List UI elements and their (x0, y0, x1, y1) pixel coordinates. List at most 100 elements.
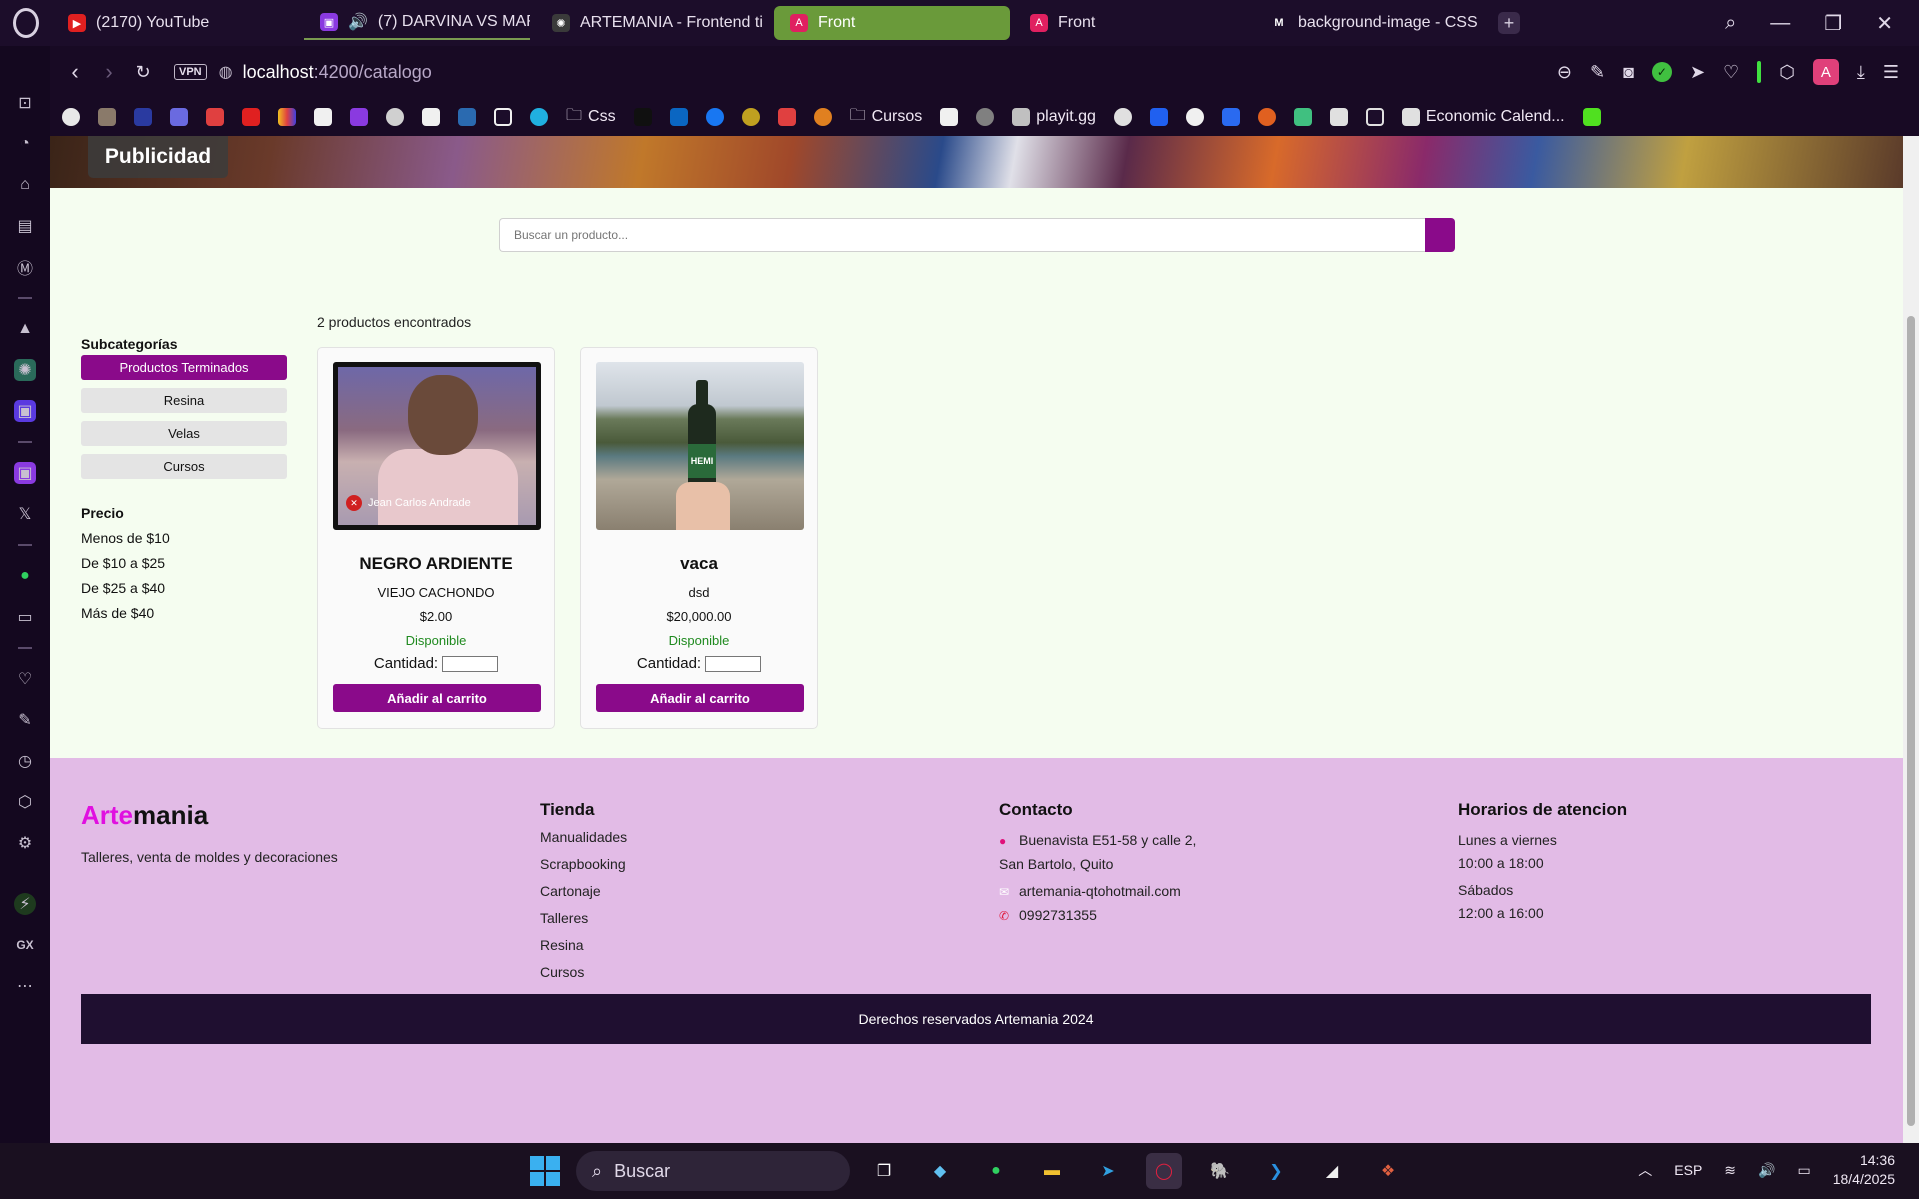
heart-icon[interactable]: ♡ (14, 668, 36, 690)
footer-link-manualidades[interactable]: Manualidades (540, 829, 627, 856)
messenger-icon[interactable]: ▣ (14, 400, 36, 422)
edit-icon[interactable]: ✎ (14, 709, 36, 731)
wallet-icon[interactable]: ▭ (14, 606, 36, 628)
telegram-icon[interactable]: ➤ (1090, 1153, 1126, 1189)
price-option-under-10[interactable]: Menos de $10 (81, 530, 287, 546)
copilot-icon[interactable]: ◆ (922, 1153, 958, 1189)
inkscape-icon[interactable]: ◢ (1314, 1153, 1350, 1189)
bookmark-tiktok[interactable] (633, 108, 652, 126)
tab-front-active[interactable]: A Front (774, 6, 1010, 40)
search-input[interactable] (499, 218, 1425, 252)
bookmark-investing[interactable]: Economic Calend... (1401, 108, 1565, 126)
history-icon[interactable]: ◷ (14, 750, 36, 772)
bookmark-ring[interactable] (813, 108, 832, 126)
bookmark-coin[interactable] (741, 108, 760, 126)
bookmark-bizagi[interactable] (170, 108, 188, 126)
site-info-icon[interactable]: ◍ (219, 62, 233, 82)
subcategory-productos-terminados[interactable]: Productos Terminados (81, 355, 287, 380)
scrollbar-thumb[interactable] (1907, 316, 1915, 1126)
clock[interactable]: 14:36 18/4/2025 (1833, 1151, 1895, 1189)
camera-icon[interactable]: ◙ (1623, 62, 1634, 83)
reload-button[interactable]: ↻ (126, 62, 160, 83)
bookmark-reel[interactable] (386, 108, 404, 126)
bookmark-canva[interactable] (530, 108, 548, 126)
bookmark-alien[interactable] (1113, 108, 1132, 126)
bookmark-folder-cursos[interactable]: 🗀 Cursos (850, 104, 923, 131)
task-view-icon[interactable]: ❐ (866, 1153, 902, 1189)
quantity-input[interactable] (705, 655, 762, 672)
footer-link-cartonaje[interactable]: Cartonaje (540, 883, 627, 910)
footer-link-resina[interactable]: Resina (540, 937, 627, 964)
tab-mdn[interactable]: M background-image - CSS (1254, 6, 1490, 40)
bookmark-doc[interactable] (314, 108, 332, 126)
bookmark-kick[interactable] (1582, 108, 1601, 126)
price-option-10-25[interactable]: De $10 a $25 (81, 555, 287, 571)
bookmark-powerapps[interactable] (134, 108, 152, 126)
adblock-shield-icon[interactable]: ✓ (1651, 62, 1672, 82)
add-to-cart-button[interactable]: Añadir al carrito (596, 684, 804, 712)
maximize-button[interactable]: ❐ (1824, 11, 1842, 36)
price-option-25-40[interactable]: De $25 a $40 (81, 580, 287, 596)
bookmark-twitch[interactable] (350, 108, 368, 126)
pen-icon[interactable]: ▲ (14, 318, 36, 340)
heart-icon[interactable]: ♡ (1723, 62, 1739, 83)
bookmark-stripes[interactable] (278, 108, 296, 126)
battery-icon[interactable]: ▭ (1797, 1162, 1810, 1179)
bookmark-gmail[interactable] (206, 108, 224, 126)
taskbar-search[interactable]: ⌕ Buscar (576, 1151, 850, 1191)
wifi-icon[interactable]: ≋ (1724, 1162, 1736, 1179)
footer-logo[interactable]: Artemania (81, 800, 338, 831)
bookmark-pen[interactable] (1365, 108, 1384, 126)
tab-twitch[interactable]: ▣ 🔊 (7) DARVINA VS MARL (304, 6, 530, 40)
subcategory-velas[interactable]: Velas (81, 421, 287, 446)
zoom-out-icon[interactable]: ⊖ (1557, 62, 1572, 83)
new-tab-button[interactable]: + (1498, 12, 1520, 34)
x-icon[interactable]: 𝕏 (14, 503, 36, 525)
bookmark-messenger[interactable] (1149, 108, 1168, 126)
footer-link-cursos[interactable]: Cursos (540, 964, 627, 991)
edit-icon[interactable]: ✎ (1590, 62, 1605, 83)
file-explorer-icon[interactable]: ▬ (1034, 1153, 1070, 1189)
tab-artemania-chatgpt[interactable]: ✺ ARTEMANIA - Frontend ti (536, 6, 768, 40)
crypto-icon[interactable]: ⌂ (14, 174, 36, 196)
opera-menu-icon[interactable] (0, 0, 52, 46)
bookmark-sun[interactable] (1257, 108, 1276, 126)
openai-icon[interactable]: ✺ (14, 359, 36, 381)
player-icon[interactable]: ▤ (14, 215, 36, 237)
price-option-over-40[interactable]: Más de $40 (81, 605, 287, 621)
spotify-icon[interactable]: ● (978, 1153, 1014, 1189)
url-field[interactable]: localhost:4200/catalogo (243, 62, 432, 83)
bookmark-tv[interactable] (940, 108, 959, 126)
gx-corner-icon[interactable]: GX (14, 934, 36, 956)
bookmark-playit[interactable]: playit.gg (1012, 108, 1096, 126)
add-to-cart-button[interactable]: Añadir al carrito (333, 684, 541, 712)
gx-control-icon[interactable]: ⚡ (14, 893, 36, 915)
more-icon[interactable]: ⋯ (14, 975, 36, 997)
back-button[interactable]: ‹ (58, 59, 92, 85)
chevron-up-icon[interactable]: ︿ (1638, 1160, 1652, 1180)
search-button[interactable] (1425, 218, 1455, 252)
language-indicator[interactable]: ESP (1674, 1162, 1702, 1178)
spotify-icon[interactable]: ● (14, 565, 36, 587)
quantity-input[interactable] (442, 655, 499, 672)
windows-start-icon[interactable] (530, 1156, 560, 1186)
opera-gx-icon[interactable]: ◯ (1146, 1153, 1182, 1189)
minimize-button[interactable]: — (1770, 12, 1790, 35)
subcategory-resina[interactable]: Resina (81, 388, 287, 413)
vpn-badge[interactable]: VPN (174, 64, 207, 80)
subcategory-cursos[interactable]: Cursos (81, 454, 287, 479)
page-scrollbar[interactable] (1903, 136, 1919, 1143)
bookmark-chatgpt[interactable] (62, 108, 80, 126)
bookmark-play[interactable] (1221, 108, 1240, 126)
forward-button[interactable]: › (92, 59, 126, 85)
footer-link-scrapbooking[interactable]: Scrapbooking (540, 856, 627, 883)
product-image[interactable]: HEMI (596, 362, 804, 530)
bookmark-co[interactable] (976, 108, 995, 126)
footer-link-talleres[interactable]: Talleres (540, 910, 627, 937)
bookmark-p[interactable] (494, 108, 512, 126)
bookmark-youtube[interactable] (242, 108, 260, 126)
bookmark-doc-2[interactable] (422, 108, 440, 126)
extensions-icon[interactable]: ⬡ (1779, 62, 1795, 83)
contact-phone[interactable]: ✆ 0992731355 (999, 904, 1196, 928)
contact-email[interactable]: ✉ artemania-qtohotmail.com (999, 880, 1196, 904)
